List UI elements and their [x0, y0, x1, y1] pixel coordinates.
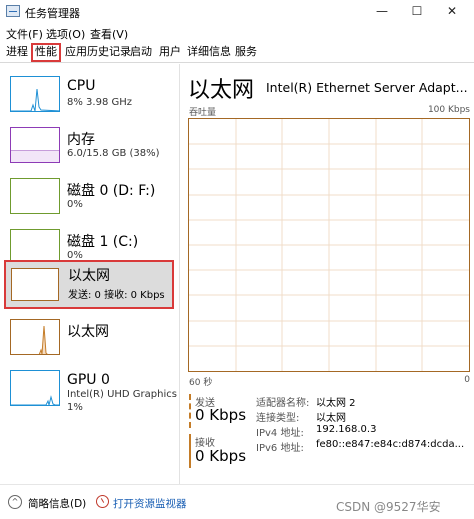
- menu-file[interactable]: 文件(F): [6, 26, 43, 42]
- sidebar-item-title: 磁盘 1 (C:): [67, 234, 139, 250]
- gpu-mini-chart: [11, 395, 59, 405]
- sidebar-item-title: 磁盘 0 (D: F:): [67, 183, 156, 199]
- menu-view[interactable]: 查看(V): [90, 26, 128, 42]
- menu-bar: 文件(F) 选项(O) 查看(V): [0, 24, 474, 41]
- property-key: IPv4 地址:: [256, 428, 304, 439]
- performance-sidebar: CPU 8% 3.98 GHz 内存 6.0/15.8 GB (38%) 磁盘 …: [0, 64, 180, 484]
- sidebar-item-subtitle: 发送: 0 接收: 0 Kbps: [68, 290, 165, 301]
- disk0-thumbnail-graph: [10, 178, 60, 214]
- gpu-thumbnail-graph: [10, 370, 60, 406]
- close-button[interactable]: ✕: [432, 0, 472, 24]
- throughput-label: 吞吐量: [189, 108, 217, 118]
- tab-users[interactable]: 用户: [157, 44, 183, 61]
- property-value: 以太网: [316, 413, 346, 424]
- page-title: 以太网: [188, 78, 255, 103]
- fewer-details-button[interactable]: 简略信息(D): [28, 496, 86, 511]
- tab-performance[interactable]: 性能: [31, 43, 61, 62]
- throughput-grid: [189, 119, 469, 371]
- sidebar-item-subtitle: 6.0/15.8 GB (38%): [67, 148, 160, 159]
- title-bar: 任务管理器 — ☐ ✕: [0, 0, 474, 24]
- graph-time-label: 60 秒: [189, 378, 213, 388]
- sidebar-item-ethernet-selected[interactable]: 以太网 发送: 0 接收: 0 Kbps: [4, 260, 174, 309]
- sidebar-item-subtitle: Intel(R) UHD Graphics: [67, 389, 177, 400]
- sidebar-item-title: 内存: [67, 132, 95, 148]
- sidebar-item-subtitle: 0%: [67, 199, 83, 210]
- watermark-text: CSDN @9527华安: [336, 500, 441, 514]
- sidebar-item-memory[interactable]: 内存 6.0/15.8 GB (38%): [0, 120, 180, 170]
- sidebar-item-subtitle-2: 1%: [67, 402, 83, 413]
- memory-mini-chart: [11, 150, 59, 162]
- graph-max-label: 100 Kbps: [427, 105, 470, 115]
- property-value: 192.168.0.3: [316, 424, 377, 435]
- graph-zero-label: 0: [464, 375, 470, 385]
- sidebar-item-title: 以太网: [67, 324, 109, 340]
- property-value: 以太网 2: [316, 398, 356, 409]
- send-indicator: [189, 394, 191, 428]
- tab-details[interactable]: 详细信息: [185, 44, 233, 61]
- memory-thumbnail-graph: [10, 127, 60, 163]
- task-manager-icon: [6, 5, 20, 17]
- sidebar-item-subtitle: 8% 3.98 GHz: [67, 97, 133, 108]
- property-key: 适配器名称:: [256, 398, 310, 409]
- adapter-name: Intel(R) Ethernet Server Adapt...: [266, 80, 468, 95]
- minimize-button[interactable]: —: [362, 0, 402, 24]
- tab-startup[interactable]: 启动: [128, 44, 154, 61]
- sidebar-item-title: GPU 0: [67, 372, 110, 388]
- ethernet2-thumbnail-graph: [10, 319, 60, 355]
- menu-options[interactable]: 选项(O): [46, 26, 85, 42]
- sidebar-item-title: CPU: [67, 78, 96, 94]
- resource-monitor-icon[interactable]: [96, 495, 109, 508]
- send-value: 0 Kbps: [195, 406, 247, 424]
- tab-processes[interactable]: 进程: [4, 44, 30, 61]
- ethernet-detail-panel: 以太网 Intel(R) Ethernet Server Adapt... 吞吐…: [186, 64, 474, 484]
- property-key: 连接类型:: [256, 413, 300, 424]
- maximize-button[interactable]: ☐: [397, 0, 437, 24]
- cpu-mini-chart: [11, 88, 59, 111]
- receive-indicator: [189, 434, 191, 468]
- sidebar-item-disk-0[interactable]: 磁盘 0 (D: F:) 0%: [0, 171, 180, 221]
- sidebar-item-cpu[interactable]: CPU 8% 3.98 GHz: [0, 69, 180, 119]
- property-value: fe80::e847:e84c:d874:dcda...: [316, 439, 465, 450]
- sidebar-item-ethernet-2[interactable]: 以太网: [0, 312, 180, 362]
- sidebar-item-gpu[interactable]: GPU 0 Intel(R) UHD Graphics 1%: [0, 363, 180, 413]
- property-key: IPv6 地址:: [256, 443, 304, 454]
- throughput-graph: [188, 118, 470, 372]
- ethernet-thumbnail-graph: [11, 268, 59, 301]
- open-resource-monitor-link[interactable]: 打开资源监视器: [113, 496, 187, 511]
- chevron-up-icon[interactable]: ^: [8, 495, 22, 509]
- sidebar-item-title: 以太网: [68, 268, 110, 284]
- tab-bar: 进程 性能 应用历史记录 启动 用户 详细信息 服务: [0, 41, 474, 63]
- window-title: 任务管理器: [25, 7, 80, 20]
- receive-value: 0 Kbps: [195, 447, 247, 465]
- tab-services[interactable]: 服务: [233, 44, 259, 61]
- ethernet2-mini-chart: [38, 325, 48, 354]
- tab-app-history[interactable]: 应用历史记录: [63, 44, 133, 61]
- cpu-thumbnail-graph: [10, 76, 60, 112]
